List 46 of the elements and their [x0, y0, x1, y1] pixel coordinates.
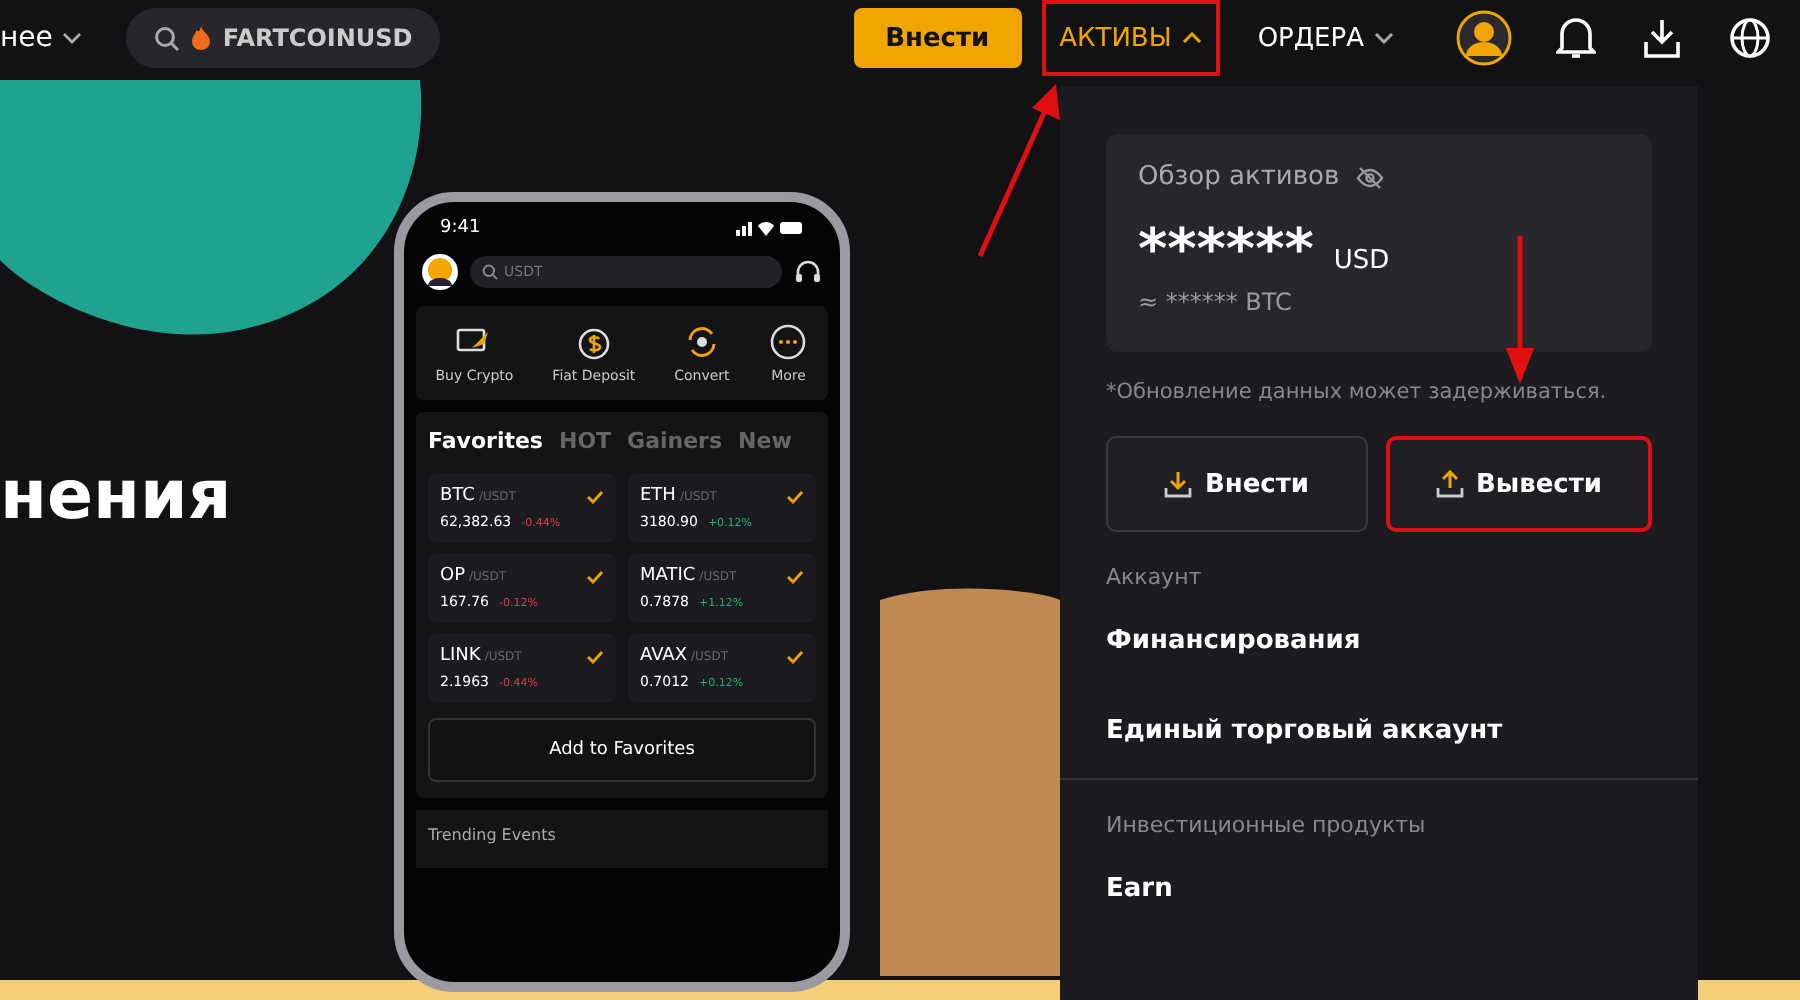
section-title: Аккаунт: [1106, 564, 1202, 590]
avatar-icon[interactable]: [1456, 10, 1512, 66]
nav-menu-item[interactable]: ОРДЕРА: [1239, 0, 1412, 76]
section-title: Инвестиционные продукты: [1106, 812, 1426, 838]
status-time: 9:41: [440, 218, 481, 238]
nav-menu-item[interactable]: АКТИВЫ: [1041, 0, 1220, 76]
status-icons-drawing: [736, 220, 804, 236]
search-icon: [154, 25, 181, 51]
notification-bell-icon[interactable]: [1556, 16, 1596, 60]
btc-equivalent: ≈ ****** BTC: [1138, 288, 1294, 316]
eye-off-icon[interactable]: [1355, 165, 1384, 189]
menu-item[interactable]: Финансирования: [1106, 626, 1361, 656]
hero-heading: нения: [0, 456, 232, 536]
avatar-icon[interactable]: [422, 254, 458, 290]
deposit-button[interactable]: Внести: [1106, 436, 1368, 532]
update-note: *Обновление данных может задерживаться.: [1106, 380, 1609, 404]
upload-icon: [1435, 470, 1464, 498]
chevron-up-icon: [1181, 32, 1202, 44]
search-field[interactable]: FARTCOINUSD: [126, 8, 441, 68]
flame-icon: [192, 26, 211, 50]
globe-icon[interactable]: [1728, 16, 1772, 60]
section-title: Trending Events: [428, 826, 556, 844]
download-icon[interactable]: [1640, 16, 1684, 60]
overview-title: Обзор активов: [1138, 162, 1340, 192]
chevron-down-icon: [62, 32, 83, 44]
search-icon: [482, 264, 498, 280]
check-icon[interactable]: [786, 569, 804, 583]
menu-item[interactable]: Единый торговый аккаунт: [1106, 716, 1503, 746]
menu-item[interactable]: нее: [0, 22, 83, 54]
hidden-balance: ******: [1138, 224, 1314, 276]
chevron-down-icon: [1374, 32, 1394, 44]
check-icon[interactable]: [786, 489, 804, 503]
market-tab[interactable]: Favorites: [428, 428, 543, 454]
add-to-favorites-button[interactable]: Add to Favorites: [428, 718, 816, 782]
withdraw-button[interactable]: Вывести: [1386, 436, 1652, 532]
menu-item[interactable]: Earn: [1106, 874, 1173, 904]
check-icon[interactable]: [586, 569, 604, 583]
search-value: FARTCOINUSD: [222, 24, 413, 52]
currency-label: USD: [1333, 246, 1390, 276]
deposit-button[interactable]: Внести: [853, 8, 1022, 68]
headset-icon[interactable]: [794, 258, 822, 286]
more-icon[interactable]: [768, 322, 809, 362]
check-icon[interactable]: [586, 649, 604, 663]
check-icon[interactable]: [586, 489, 604, 503]
download-icon: [1164, 470, 1193, 498]
check-icon[interactable]: [786, 649, 804, 663]
